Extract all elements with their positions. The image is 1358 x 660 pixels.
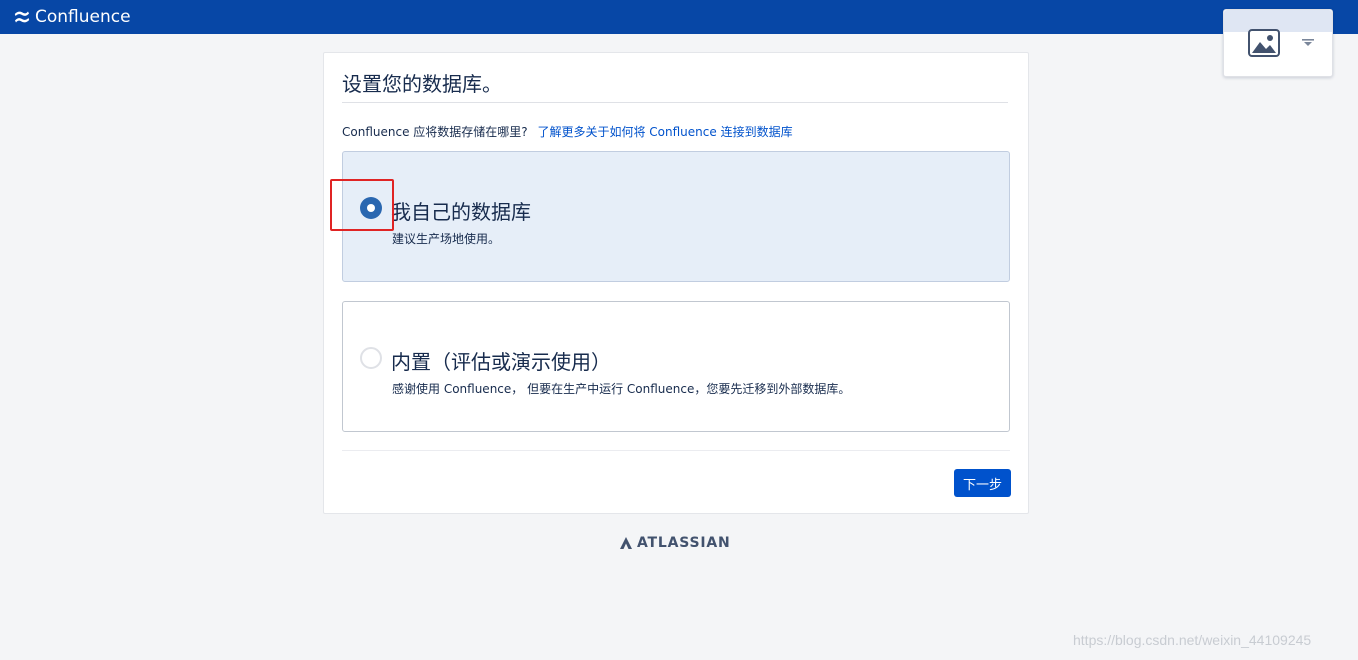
footer-divider [342,450,1010,451]
option-description: 感谢使用 Confluence， 但要在生产中运行 Confluence，您要先… [392,382,851,396]
title-divider [342,102,1008,103]
page-title: 设置您的数据库。 [342,72,502,96]
option-title: 我自己的数据库 [391,200,531,224]
confluence-logo-icon [14,11,30,23]
radio-built-in[interactable] [360,347,382,369]
atlassian-logo-icon [620,537,632,549]
question-text: Confluence 应将数据存储在哪里? [342,125,528,139]
atlassian-footer-logo: ATLASSIAN [619,535,731,551]
option-description: 建议生产场地使用。 [392,232,501,246]
atlassian-name: ATLASSIAN [637,535,731,551]
learn-more-link[interactable]: 了解更多关于如何将 Confluence 连接到数据库 [537,125,792,139]
database-setup-card: 设置您的数据库。 Confluence 应将数据存储在哪里? 了解更多关于如何将… [323,52,1029,514]
annotation-highlight-box [330,179,394,231]
image-widget[interactable] [1223,9,1333,77]
image-icon[interactable] [1248,29,1280,57]
caret-down-icon[interactable] [1302,39,1314,47]
next-button[interactable]: 下一步 [954,469,1011,497]
option-own-database[interactable]: 我自己的数据库 建议生产场地使用。 [342,151,1010,282]
option-title: 内置（评估或演示使用） [391,350,611,374]
confluence-brand[interactable]: Confluence [14,7,131,27]
watermark-text: https://blog.csdn.net/weixin_44109245 [1073,632,1312,648]
option-built-in[interactable]: 内置（评估或演示使用） 感谢使用 Confluence， 但要在生产中运行 Co… [342,301,1010,432]
database-question: Confluence 应将数据存储在哪里? 了解更多关于如何将 Confluen… [342,123,793,140]
top-navigation-bar: Confluence [0,0,1358,34]
brand-name: Confluence [35,7,131,27]
